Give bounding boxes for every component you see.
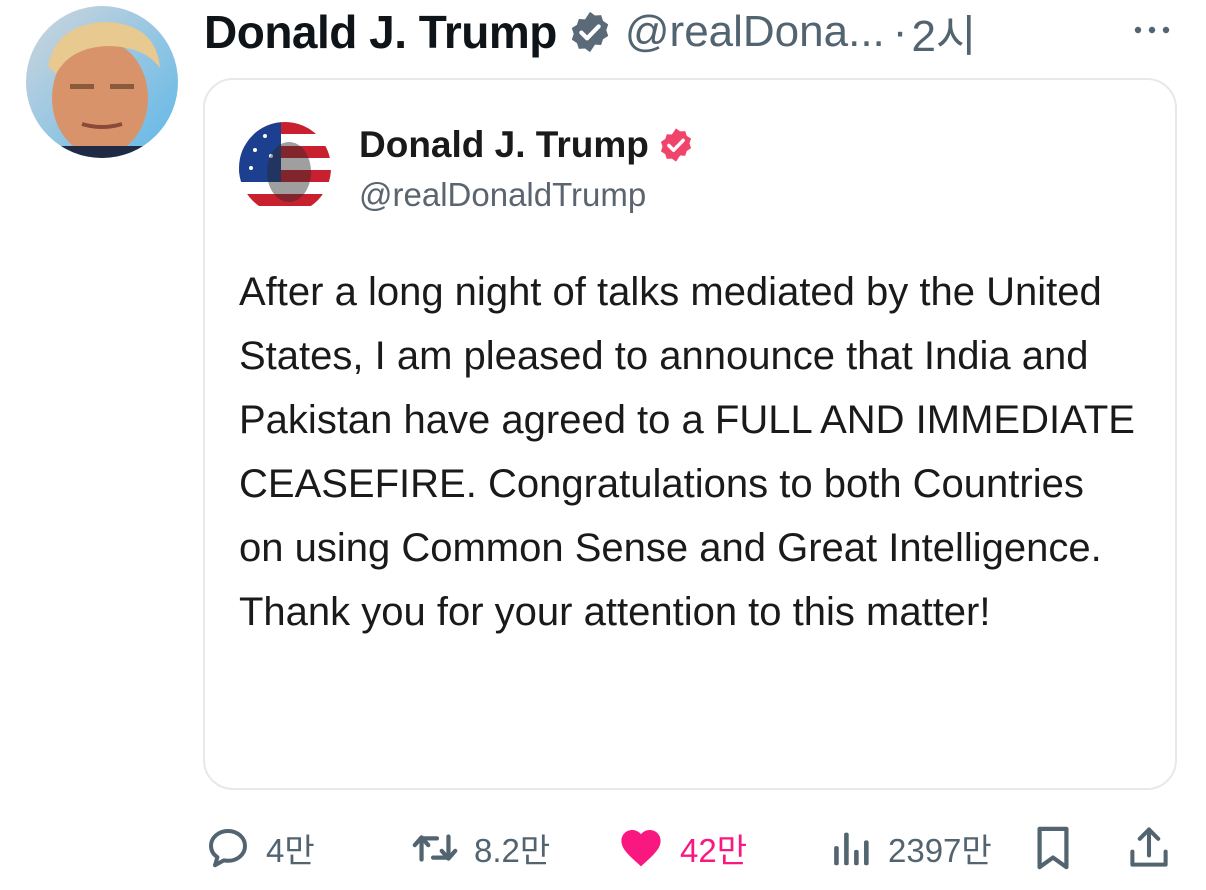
quoted-post-card[interactable]: Donald J. Trump @realDonaldTrump After a… (203, 78, 1177, 790)
share-icon (1126, 824, 1172, 872)
bookmark-icon (1030, 823, 1076, 873)
views-icon (828, 825, 874, 871)
bookmark-button[interactable] (1030, 818, 1076, 878)
retweet-icon (410, 824, 460, 872)
quoted-author-name-text: Donald J. Trump (359, 124, 649, 165)
quoted-post-text: After a long night of talks mediated by … (239, 270, 1135, 634)
retweet-button[interactable]: 8.2만 (410, 818, 550, 878)
like-count: 42만 (680, 832, 748, 869)
views-button[interactable]: 2397만 (828, 818, 992, 878)
verified-badge-icon (567, 9, 613, 55)
author-avatar[interactable] (26, 6, 178, 158)
quoted-author-name: Donald J. Trump (359, 124, 695, 166)
retweet-count: 8.2만 (474, 832, 551, 869)
author-name[interactable]: Donald J. Trump (204, 5, 557, 59)
separator-dot: · (892, 7, 908, 56)
action-bar: 4만 8.2만 42만 2397만 (204, 818, 1184, 878)
timestamp[interactable]: 2시 (911, 0, 976, 64)
author-handle[interactable]: @realDona... (625, 7, 885, 57)
views-count: 2397만 (888, 832, 992, 869)
verified-badge-icon (657, 126, 695, 164)
like-button[interactable]: 42만 (616, 818, 747, 878)
heart-icon (616, 824, 666, 872)
quoted-author-handle: @realDonaldTrump (359, 176, 647, 213)
more-options-icon[interactable] (1132, 20, 1172, 40)
quoted-author-avatar (239, 122, 331, 214)
reply-button[interactable]: 4만 (204, 818, 315, 878)
reply-icon (204, 824, 252, 872)
share-button[interactable] (1126, 818, 1172, 878)
tweet-header: Donald J. Trump @realDona... · 2시 (204, 4, 976, 61)
reply-count: 4만 (266, 832, 315, 869)
